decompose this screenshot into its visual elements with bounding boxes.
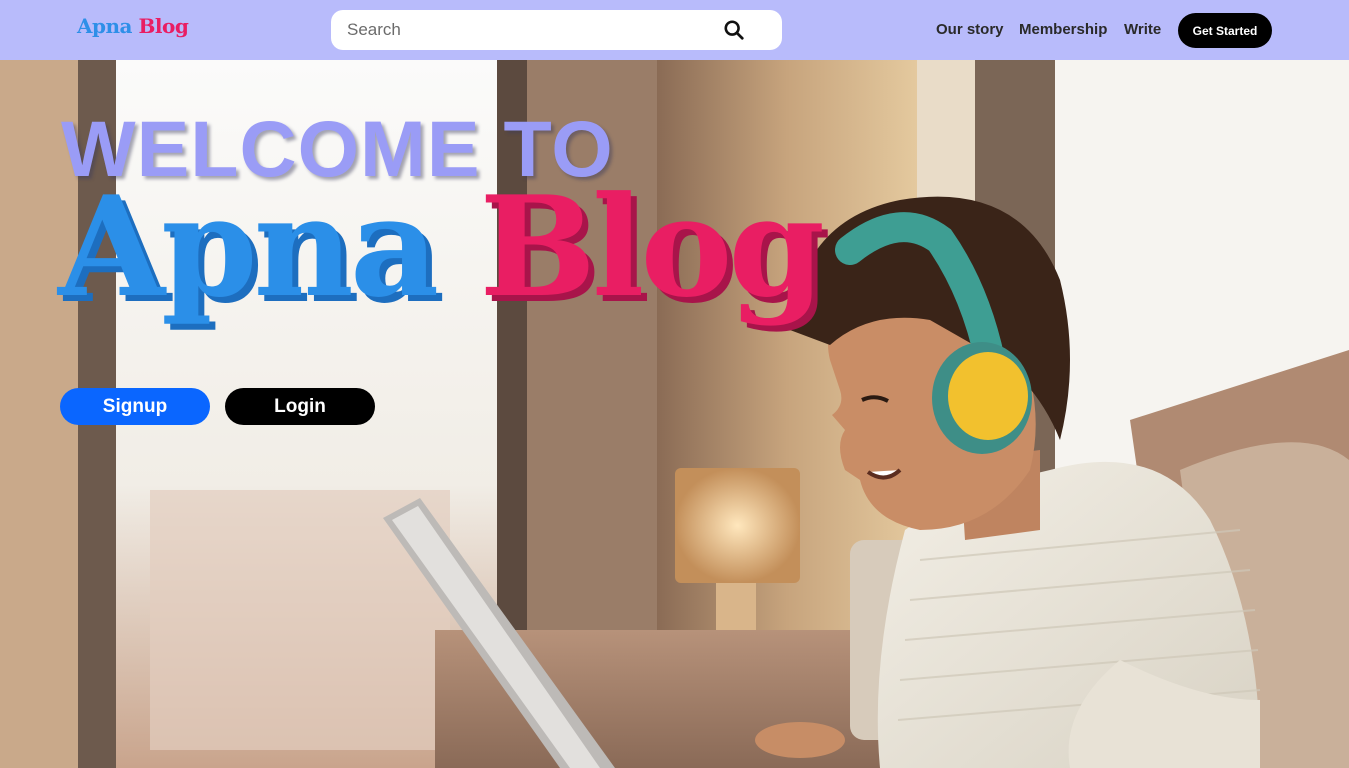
hero-section: WELCOME TO Apna Blog Signup Login [0, 60, 1349, 768]
search-bar [331, 10, 782, 50]
brand-title-apna: Apna [58, 165, 439, 328]
nav-link-our-story[interactable]: Our story [936, 21, 1004, 38]
logo-part-blog: Blog [138, 14, 189, 38]
signup-button[interactable]: Signup [60, 388, 210, 425]
login-button[interactable]: Login [225, 388, 375, 425]
search-icon[interactable] [723, 19, 745, 41]
search-input[interactable] [347, 10, 717, 50]
brand-title-blog: Blog [479, 165, 825, 328]
nav-link-membership[interactable]: Membership [1019, 21, 1107, 38]
brand-title: Apna Blog [58, 178, 825, 316]
nav-link-write[interactable]: Write [1124, 21, 1161, 38]
get-started-button[interactable]: Get Started [1178, 13, 1272, 48]
logo[interactable]: Apna Blog [77, 14, 189, 38]
navbar: Apna Blog Our story Membership Write Get… [0, 0, 1349, 60]
logo-part-apna: Apna [77, 14, 133, 38]
